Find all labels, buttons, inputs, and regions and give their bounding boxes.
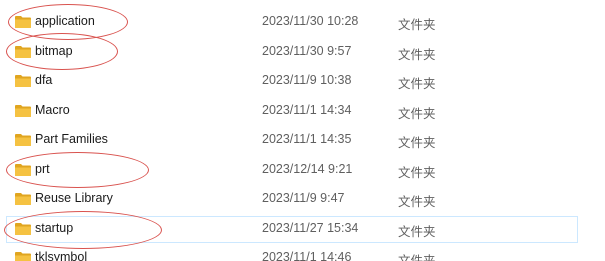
file-date-modified: 2023/11/30 10:28 xyxy=(262,14,359,28)
file-date-modified: 2023/11/9 10:38 xyxy=(262,73,352,87)
file-row-application[interactable]: application 2023/11/30 10:28 文件夹 xyxy=(0,4,605,40)
file-name: Part Families xyxy=(35,132,108,146)
file-type: 文件夹 xyxy=(398,254,436,261)
file-date-modified: 2023/12/14 9:21 xyxy=(262,161,353,176)
file-name: prt xyxy=(35,161,50,176)
file-row-reuse-library[interactable]: Reuse Library 2023/11/9 9:47 文件夹 xyxy=(0,185,605,215)
file-type: 文件夹 xyxy=(398,47,436,62)
file-type: 文件夹 xyxy=(398,106,436,121)
file-list: application 2023/11/30 10:28 文件夹 bitmap … xyxy=(0,4,605,261)
file-row-tklsymbol[interactable]: tklsymbol 2023/11/1 14:46 文件夹 xyxy=(0,244,605,261)
folder-icon xyxy=(15,45,31,58)
folder-icon xyxy=(15,104,31,117)
file-date-modified: 2023/11/9 9:47 xyxy=(262,191,345,205)
file-type: 文件夹 xyxy=(398,195,436,209)
file-row-dfa[interactable]: dfa 2023/11/9 10:38 文件夹 xyxy=(0,67,605,97)
folder-icon xyxy=(15,193,31,205)
file-name: tklsymbol xyxy=(35,250,88,261)
file-list-view: application 2023/11/30 10:28 文件夹 bitmap … xyxy=(0,0,605,261)
file-date-modified: 2023/11/1 14:35 xyxy=(262,132,352,146)
file-type: 文件夹 xyxy=(398,165,436,180)
file-name: application xyxy=(35,14,95,28)
file-row-startup[interactable]: startup 2023/11/27 15:34 文件夹 xyxy=(0,210,605,249)
file-type: 文件夹 xyxy=(398,224,436,239)
file-name: startup xyxy=(35,220,74,235)
file-name: Reuse Library xyxy=(35,191,113,205)
file-date-modified: 2023/11/1 14:46 xyxy=(262,250,352,261)
file-name: Macro xyxy=(35,102,70,117)
file-row-part-families[interactable]: Part Families 2023/11/1 14:35 文件夹 xyxy=(0,126,605,156)
folder-icon xyxy=(15,75,31,87)
file-name: dfa xyxy=(35,73,53,87)
file-type: 文件夹 xyxy=(398,77,436,91)
file-date-modified: 2023/11/1 14:34 xyxy=(262,102,352,117)
file-date-modified: 2023/11/30 9:57 xyxy=(262,43,352,58)
folder-icon xyxy=(15,163,31,176)
file-date-modified: 2023/11/27 15:34 xyxy=(262,220,359,235)
file-name: bitmap xyxy=(35,43,73,58)
file-row-bitmap[interactable]: bitmap 2023/11/30 9:57 文件夹 xyxy=(0,32,605,70)
folder-icon xyxy=(15,252,31,261)
folder-icon xyxy=(15,222,31,235)
folder-icon xyxy=(15,134,31,146)
file-type: 文件夹 xyxy=(398,18,436,32)
file-type: 文件夹 xyxy=(398,136,436,150)
file-row-prt[interactable]: prt 2023/12/14 9:21 文件夹 xyxy=(0,151,605,188)
file-row-macro[interactable]: Macro 2023/11/1 14:34 文件夹 xyxy=(0,97,605,127)
folder-icon xyxy=(15,16,31,28)
